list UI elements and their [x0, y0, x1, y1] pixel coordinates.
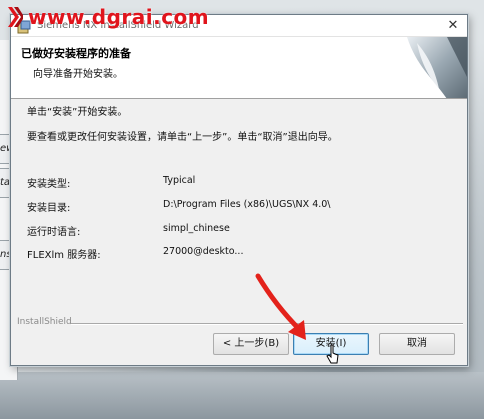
header-art-image: [377, 37, 467, 98]
info-value-install-dir: D:\Program Files (x86)\UGS\NX 4.0\: [163, 199, 331, 210]
info-value-runtime-language: simpl_chinese: [163, 223, 230, 234]
info-label-flexlm-server: FLEXlm 服务器:: [27, 250, 101, 261]
back-button[interactable]: < 上一步(B): [213, 333, 289, 355]
info-label-install-type: 安装类型:: [27, 179, 71, 190]
info-label-install-dir: 安装目录:: [27, 203, 71, 214]
footer-divider: [71, 323, 463, 325]
instruction-line-2: 要查看或更改任何安装设置，请单击“上一步”。单击“取消”退出向导。: [27, 132, 338, 143]
watermark-text: www.dgrai.com: [28, 5, 210, 29]
instruction-line-1: 单击“安装”开始安装。: [27, 107, 128, 118]
cancel-button[interactable]: 取消: [379, 333, 455, 355]
close-button[interactable]: ✕: [445, 18, 461, 34]
installshield-brand: InstallShield: [17, 317, 72, 327]
installer-dialog: Siemens NX InstallShield Wizard ✕ 已做好安装程…: [10, 14, 468, 366]
dialog-header: 已做好安装程序的准备 向导准备开始安装。: [11, 37, 467, 99]
mouse-pointer-icon: [326, 344, 339, 364]
info-value-install-type: Typical: [163, 175, 196, 186]
header-title: 已做好安装程序的准备: [21, 47, 131, 60]
info-label-runtime-language: 运行时语言:: [27, 227, 81, 238]
background-bottom-strip: [0, 372, 484, 419]
info-value-flexlm-server: 27000@deskto...: [163, 246, 244, 257]
header-subtitle: 向导准备开始安装。: [33, 69, 123, 80]
watermark-logo-icon: [8, 7, 23, 27]
watermark: www.dgrai.com: [0, 0, 260, 34]
